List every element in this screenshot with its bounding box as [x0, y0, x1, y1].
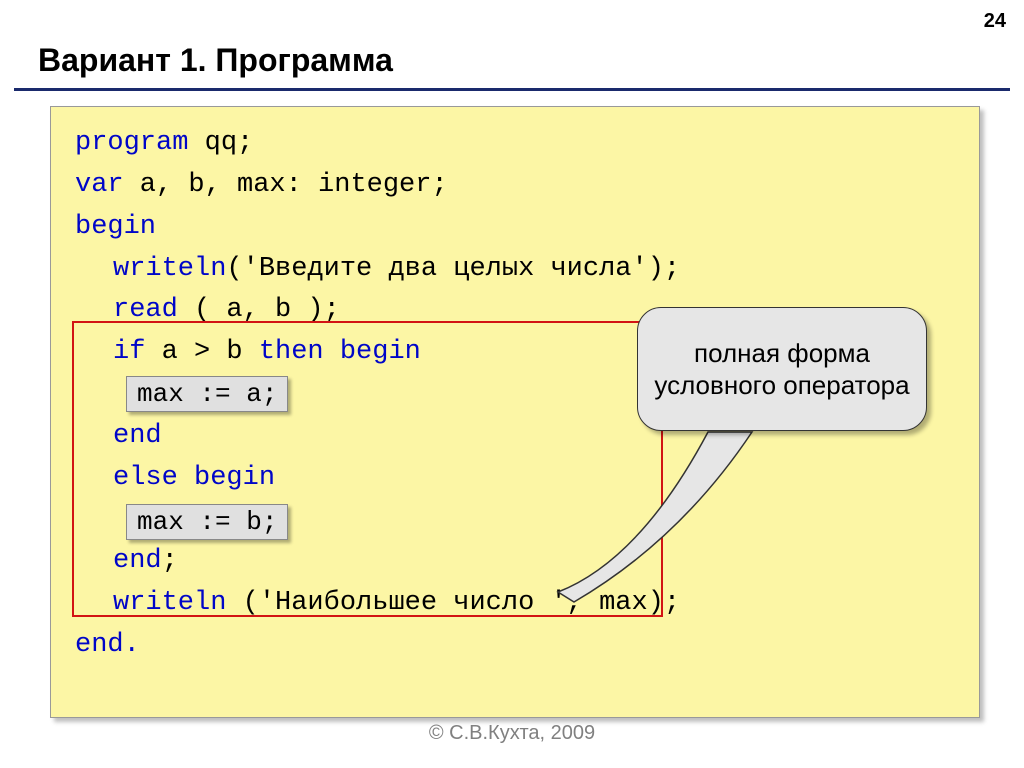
- keyword: writeln: [113, 254, 226, 284]
- code-line: writeln('Введите два целых числа');: [75, 249, 955, 291]
- keyword: end: [113, 546, 162, 576]
- code-text: a, b, max: integer;: [124, 170, 448, 200]
- title-underline: [14, 88, 1010, 91]
- code-line: writeln ('Наибольшее число ', max);: [75, 583, 955, 625]
- code-chip-b: max := b;: [126, 504, 288, 540]
- keyword: end.: [75, 630, 140, 660]
- code-text: ('Введите два целых числа');: [226, 254, 680, 284]
- keyword: begin: [75, 212, 156, 242]
- callout-bubble: полная форма условного оператора: [637, 307, 927, 431]
- code-line: end.: [75, 625, 955, 667]
- keyword: begin: [194, 463, 275, 493]
- code-text: a > b: [145, 337, 258, 367]
- callout-text: полная форма условного оператора: [646, 337, 918, 402]
- page-title: Вариант 1. Программа: [38, 42, 393, 79]
- code-text: ;: [162, 546, 178, 576]
- keyword: then begin: [259, 337, 421, 367]
- code-line: program qq;: [75, 123, 955, 165]
- code-line: end;: [75, 541, 955, 583]
- code-text: ( a, b );: [178, 295, 340, 325]
- keyword: program: [75, 128, 188, 158]
- keyword: read: [113, 295, 178, 325]
- keyword: end: [113, 421, 162, 451]
- keyword: if: [113, 337, 145, 367]
- code-text: qq;: [188, 128, 253, 158]
- code-line: begin: [75, 207, 955, 249]
- keyword: writeln: [113, 588, 226, 618]
- keyword: else: [113, 463, 194, 493]
- page-number: 24: [984, 10, 1006, 33]
- code-text: ('Наибольшее число ', max);: [226, 588, 680, 618]
- code-line: else begin: [75, 458, 955, 500]
- keyword: var: [75, 170, 124, 200]
- footer-copyright: © С.В.Кухта, 2009: [0, 722, 1024, 745]
- code-line: var a, b, max: integer;: [75, 165, 955, 207]
- code-chip-a: max := a;: [126, 376, 288, 412]
